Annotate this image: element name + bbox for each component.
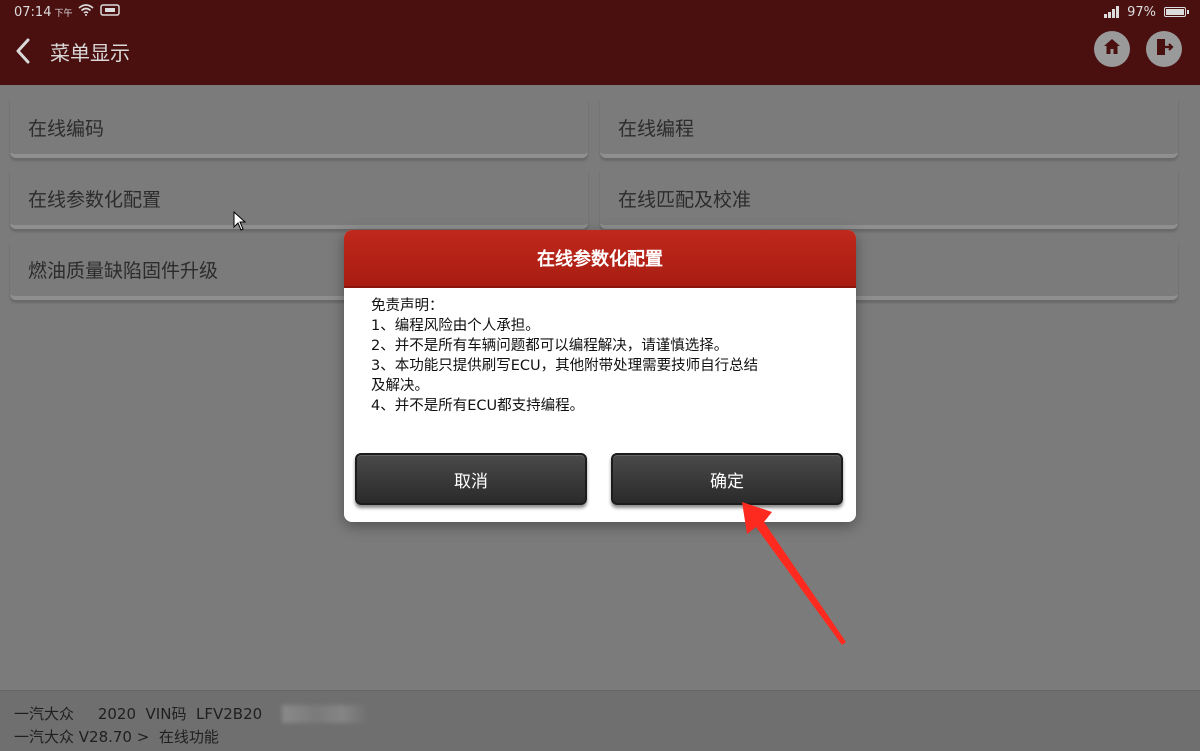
bottom-info-bar: 一汽大众 2020 VIN码 LFV2B20 一汽大众 V28.70 > 在线功…: [0, 690, 1200, 751]
signal-icon: [1104, 6, 1120, 18]
home-button[interactable]: [1094, 31, 1130, 67]
menu-item-label: 燃油质量缺陷固件升级: [28, 260, 219, 282]
status-ampm: 下午: [54, 8, 73, 19]
status-time: 07:14: [14, 4, 52, 20]
home-icon: [1102, 37, 1122, 61]
dialog-title: 在线参数化配置: [344, 230, 856, 288]
menu-item-online-coding[interactable]: 在线编码: [10, 98, 588, 158]
vehicle-info: 一汽大众 2020 VIN码 LFV2B20: [14, 705, 263, 723]
disclaimer-dialog: 在线参数化配置 免责声明： 1、编程风险由个人承担。 2、并不是所有车辆问题都可…: [344, 230, 856, 522]
menu-item-label: 在线匹配及校准: [618, 189, 752, 211]
menu-item-online-matching-calibration[interactable]: 在线匹配及校准: [600, 169, 1178, 229]
status-bar-left: 07:14 下午: [14, 4, 121, 20]
confirm-button[interactable]: 确定: [611, 453, 843, 505]
dialog-line: 及解决。: [371, 378, 429, 394]
exit-icon: [1154, 37, 1174, 61]
exit-button[interactable]: [1146, 31, 1182, 67]
cancel-button[interactable]: 取消: [355, 453, 587, 505]
menu-item-label: 在线编程: [618, 118, 695, 140]
breadcrumb: 一汽大众 V28.70 > 在线功能: [14, 728, 219, 746]
menu-item-label: 在线参数化配置: [28, 189, 162, 211]
menu-item-online-programming[interactable]: 在线编程: [600, 98, 1178, 158]
top-bar: 07:14 下午 97% 菜单显示: [0, 0, 1200, 85]
dialog-line: 免责声明：: [371, 298, 444, 314]
mouse-cursor-icon: [233, 210, 247, 235]
dialog-line: 2、并不是所有车辆问题都可以编程解决，请谨慎选择。: [371, 338, 729, 354]
dialog-message: 免责声明： 1、编程风险由个人承担。 2、并不是所有车辆问题都可以编程解决，请谨…: [371, 296, 831, 416]
dialog-line: 4、并不是所有ECU都支持编程。: [371, 398, 585, 414]
wifi-icon: [78, 4, 95, 20]
dialog-line: 3、本功能只提供刷写ECU，其他附带处理需要技师自行总结: [371, 358, 759, 374]
menu-item-label: 在线编码: [28, 118, 105, 140]
cast-icon: [100, 4, 121, 20]
battery-percent: 97%: [1127, 4, 1156, 20]
back-icon[interactable]: [10, 34, 36, 68]
vin-redaction: [282, 705, 368, 723]
dialog-line: 1、编程风险由个人承担。: [371, 318, 540, 334]
page-title: 菜单显示: [50, 41, 130, 65]
menu-item-online-parameter-config[interactable]: 在线参数化配置: [10, 169, 588, 229]
battery-icon: [1164, 7, 1189, 17]
status-bar-right: 97%: [1104, 4, 1189, 20]
